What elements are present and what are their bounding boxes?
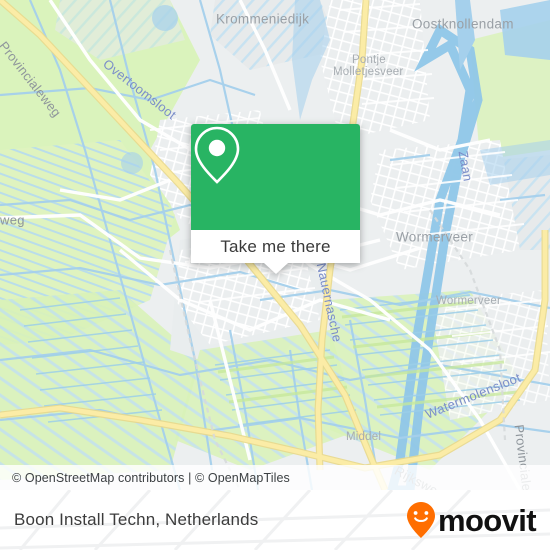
moovit-map-page: Krommeniedijk Oostknollendam Pontje Molletj… bbox=[0, 0, 550, 550]
map-pin-icon bbox=[194, 126, 240, 184]
map-label: Krommeniedijk bbox=[216, 12, 309, 27]
location-popup[interactable]: Take me there bbox=[191, 124, 360, 274]
moovit-wordmark: moovit bbox=[437, 502, 537, 538]
popup-header bbox=[191, 124, 360, 230]
moovit-logo[interactable]: moovit bbox=[406, 501, 537, 539]
map-label: weg bbox=[0, 213, 25, 228]
map-label: Middel bbox=[346, 431, 381, 443]
map-canvas[interactable]: Krommeniedijk Oostknollendam Pontje Molletj… bbox=[0, 0, 550, 490]
location-title: Boon Install Techn, Netherlands bbox=[14, 510, 259, 529]
popup-tail bbox=[263, 263, 288, 274]
attribution-text: © OpenStreetMap contributors | © OpenMap… bbox=[12, 470, 290, 485]
map-label: Wormerveer bbox=[396, 230, 473, 245]
moovit-pin-icon bbox=[406, 502, 435, 538]
map-attribution: © OpenStreetMap contributors | © OpenMap… bbox=[0, 465, 550, 490]
page-footer: Boon Install Techn, Netherlands moovit bbox=[0, 490, 550, 550]
map-label: Molletjesveer bbox=[333, 66, 403, 78]
popup-body[interactable]: Take me there bbox=[191, 230, 360, 274]
map-label: Pontje bbox=[352, 54, 386, 66]
map-label: Wormerveer bbox=[436, 295, 501, 307]
map-label: Oostknollendam bbox=[412, 17, 514, 32]
take-me-there-label: Take me there bbox=[220, 236, 331, 256]
